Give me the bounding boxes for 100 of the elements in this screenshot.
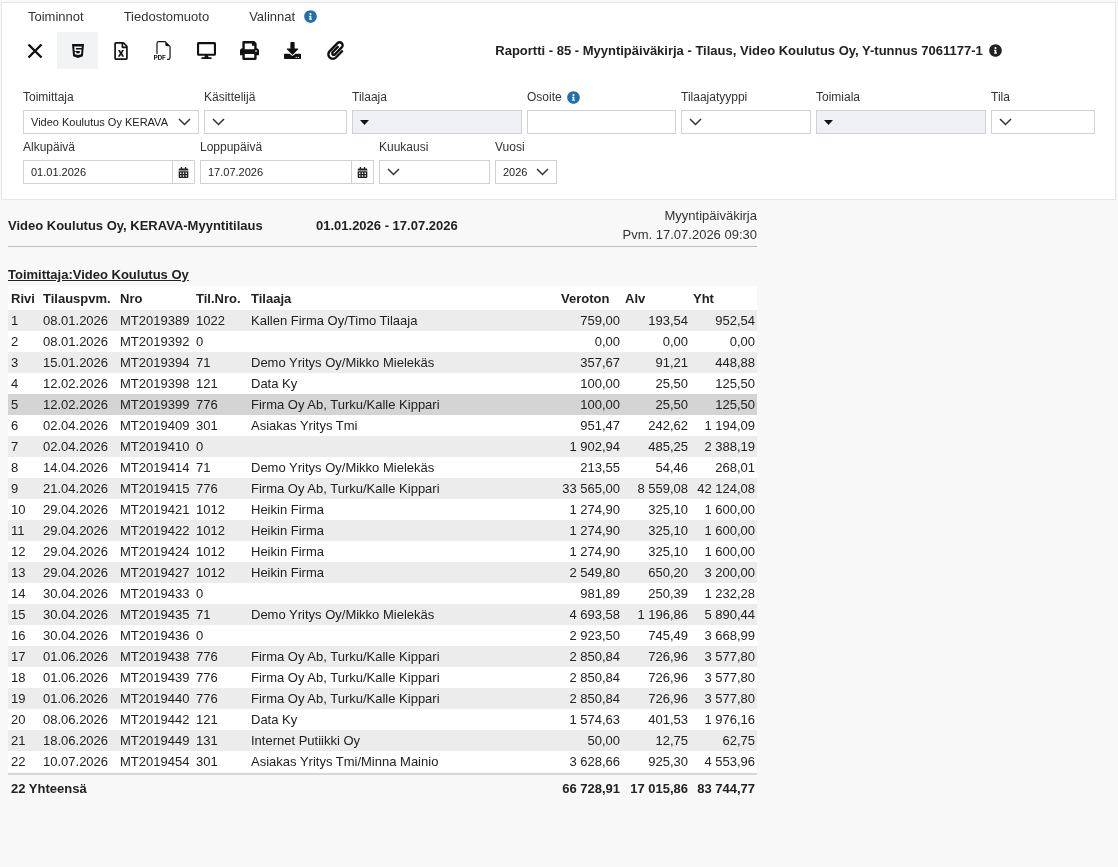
table-cell-text: 5	[10, 396, 20, 414]
table-cell-text: 30.04.2026	[42, 585, 110, 603]
table-cell-text: 15	[10, 606, 27, 624]
table-cell-text: 1 232,28	[703, 585, 756, 603]
table-cell-text: 11	[10, 522, 26, 540]
table-row[interactable]: 20 08.06.2026 MT2019442 121 Data Ky 1 574,63 401,53 1 976,16	[8, 709, 757, 730]
menu-item[interactable]: Valinnat	[249, 6, 318, 26]
table-row[interactable]: 15 30.04.2026 MT2019435 71 Demo Yritys Oy/Mikko Mielekäs 4 693,58 1 196,86 5 890,44	[8, 604, 757, 625]
table-row[interactable]: 17 01.06.2026 MT2019438 776 Firma Oy Ab, Turku/Kalle Kippari 2 850,84 726,96 3 577,80	[8, 646, 757, 667]
table-row[interactable]: 18 01.06.2026 MT2019439 776 Firma Oy Ab, Turku/Kalle Kippari 2 850,84 726,96 3 577,80	[8, 667, 757, 688]
table-cell-text: 20	[10, 711, 27, 729]
column-header: Nro	[119, 290, 144, 306]
table-cell-text: 54,46	[654, 459, 689, 477]
close-icon	[26, 42, 43, 59]
table-row[interactable]: 1 08.01.2026 MT2019389 1022 Kallen Firma Oy/Timo Tilaaja 759,00 193,54 952,54	[8, 310, 757, 331]
table-cell-text: 30.04.2026	[42, 606, 110, 624]
table-row[interactable]: 12 29.04.2026 MT2019424 1012 Heikin Firma 1 274,90 325,10 1 600,00	[8, 541, 757, 562]
table-cell-text: 13	[10, 564, 27, 582]
field-label: Tilaaja	[352, 90, 387, 104]
input-field[interactable]	[527, 110, 676, 134]
file-x-icon	[111, 41, 130, 60]
table-cell-text: 12	[10, 543, 27, 561]
table-cell-text: 14	[10, 585, 27, 603]
table-cell-text: 50,00	[586, 732, 621, 750]
html-button[interactable]	[57, 32, 98, 69]
table-cell-text: 1 600,00	[703, 543, 756, 561]
table-row[interactable]: 13 29.04.2026 MT2019427 1012 Heikin Firma 2 549,80 650,20 3 200,00	[8, 562, 757, 583]
field-label: Tilaajatyyppi	[681, 90, 748, 104]
table-cell-text: 925,30	[647, 753, 689, 771]
table-cell-text: Data Ky	[250, 711, 299, 729]
field-label: Vuosi	[495, 140, 525, 154]
chevron-down-icon	[387, 168, 400, 176]
table-row[interactable]: 16 30.04.2026 MT2019436 0 2 923,50 745,49 3 668,99	[8, 625, 757, 646]
table-cell-text: Firma Oy Ab, Turku/Kalle Kippari	[250, 669, 441, 687]
table-cell-text: 2 923,50	[568, 627, 621, 645]
table-cell-text: MT2019389	[119, 312, 191, 330]
table-cell-text: 8	[10, 459, 20, 477]
table-row[interactable]: 8 14.04.2026 MT2019414 71 Demo Yritys Oy/Mikko Mielekäs 213,55 54,46 268,01	[8, 457, 757, 478]
calendar-button[interactable]	[172, 160, 195, 184]
dropdown[interactable]: Video Koulutus Oy KERAVA	[23, 110, 199, 134]
table-row[interactable]: 3 15.01.2026 MT2019394 71 Demo Yritys Oy/Mikko Mielekäs 357,67 91,21 448,88	[8, 352, 757, 373]
menu-item[interactable]: Toiminnot	[28, 6, 84, 26]
table-row[interactable]: 19 01.06.2026 MT2019440 776 Firma Oy Ab, Turku/Kalle Kippari 2 850,84 726,96 3 577,80	[8, 688, 757, 709]
table-cell-text: 981,89	[579, 585, 621, 603]
table-row[interactable]: 6 02.04.2026 MT2019409 301 Asiakas Yritys Tmi 951,47 242,62 1 194,09	[8, 415, 757, 436]
table-cell-text: 1 196,86	[636, 606, 689, 624]
table-cell-text: MT2019394	[119, 354, 191, 372]
table-cell-text: MT2019399	[119, 396, 191, 414]
table-cell-text: 301	[195, 417, 219, 435]
field-label: Kuukausi	[379, 140, 429, 154]
table-cell-text: Firma Oy Ab, Turku/Kalle Kippari	[250, 480, 441, 498]
report-heading: Video Koulutus Oy, KERAVA-Myyntitilaus	[8, 217, 264, 233]
table-cell-text: 29.04.2026	[42, 543, 110, 561]
table-cell-text: 08.06.2026	[42, 711, 110, 729]
table-cell-text: 100,00	[579, 396, 621, 414]
table-cell-text: 1	[10, 312, 20, 330]
table-cell-text: Asiakas Yritys Tmi	[250, 417, 359, 435]
table-row[interactable]: 2 08.01.2026 MT2019392 0 0,00 0,00 0,00	[8, 331, 757, 352]
table-cell-text: 100,00	[579, 375, 621, 393]
table-cell-text: 1 600,00	[703, 501, 756, 519]
table-row[interactable]: 21 18.06.2026 MT2019449 131 Internet Putiikki Oy 50,00 12,75 62,75	[8, 730, 757, 751]
table-cell-text: 131	[195, 732, 219, 750]
calendar-button[interactable]	[351, 160, 374, 184]
table-cell-text: 01.06.2026	[42, 648, 110, 666]
table-row[interactable]: 22 10.07.2026 MT2019454 301 Asiakas Yritys Tmi/Minna Mainio 3 628,66 925,30 4 553,96	[8, 751, 757, 772]
table-cell-text: 71	[195, 606, 212, 624]
field-label: Käsittelijä	[204, 90, 256, 104]
table-cell-text: Demo Yritys Oy/Mikko Mielekäs	[250, 459, 436, 477]
table-cell-text: Firma Oy Ab, Turku/Kalle Kippari	[250, 648, 441, 666]
dropdown[interactable]: 2026	[495, 160, 557, 184]
table-cell-text: 30.04.2026	[42, 627, 110, 645]
menu-item[interactable]: Tiedostomuoto	[123, 6, 210, 26]
table-cell-text: 1012	[195, 564, 226, 582]
table-cell-text: 1 274,90	[568, 522, 621, 540]
table-row[interactable]: 10 29.04.2026 MT2019421 1012 Heikin Firma 1 274,90 325,10 1 600,00	[8, 499, 757, 520]
table-cell-text: 193,54	[647, 312, 689, 330]
table-cell-text: MT2019449	[119, 732, 191, 750]
total-value: 17 015,86	[629, 780, 689, 796]
date-input[interactable]: 01.01.2026	[23, 160, 172, 184]
field-label: Osoite	[527, 90, 562, 104]
total-value: 66 728,91	[561, 780, 621, 796]
table-row[interactable]: 14 30.04.2026 MT2019433 0 981,89 250,39 1 232,28	[8, 583, 757, 604]
table-cell-text: 745,49	[647, 627, 689, 645]
table-cell-text: 1 274,90	[568, 501, 621, 519]
table-cell-text: 448,88	[714, 354, 756, 372]
table-row[interactable]: 9 21.04.2026 MT2019415 776 Firma Oy Ab, Turku/Kalle Kippari 33 565,00 8 559,08 42 124,08	[8, 478, 757, 499]
table-cell-text: 01.06.2026	[42, 669, 110, 687]
table-cell-text: 2	[10, 333, 20, 351]
table-row[interactable]: 5 12.02.2026 MT2019399 776 Firma Oy Ab, Turku/Kalle Kippari 100,00 25,50 125,50	[8, 394, 757, 415]
date-input[interactable]: 17.07.2026	[200, 160, 351, 184]
table-row[interactable]: 7 02.04.2026 MT2019410 0 1 902,94 485,25 2 388,19	[8, 436, 757, 457]
table-cell-text: 121	[195, 375, 219, 393]
table-row[interactable]: 11 29.04.2026 MT2019422 1012 Heikin Firma 1 274,90 325,10 1 600,00	[8, 520, 757, 541]
table-cell-text: 10	[10, 501, 27, 519]
table-cell-text: 10.07.2026	[42, 753, 110, 771]
monitor-icon	[197, 41, 216, 60]
table-cell-text: 02.04.2026	[42, 417, 110, 435]
table-cell-text: 6	[10, 417, 20, 435]
table-row[interactable]: 4 12.02.2026 MT2019398 121 Data Ky 100,00 25,50 125,50	[8, 373, 757, 394]
field-label: Alkupäivä	[23, 140, 76, 154]
